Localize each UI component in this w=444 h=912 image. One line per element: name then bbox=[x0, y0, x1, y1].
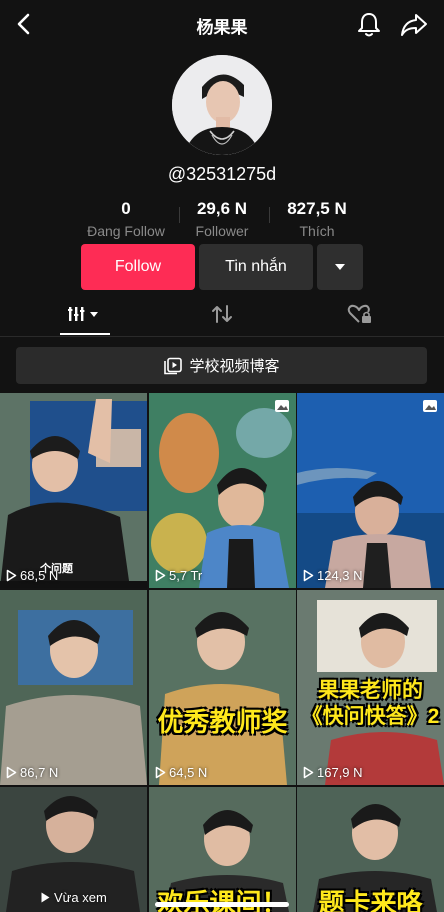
stat-label: Follower bbox=[195, 223, 249, 239]
stat-label: Thích bbox=[299, 223, 335, 239]
playlist-icon bbox=[164, 357, 183, 374]
active-tab-indicator bbox=[60, 333, 110, 335]
top-bar: 杨果果 bbox=[0, 0, 444, 48]
video-caption: 题卡来咯 bbox=[318, 888, 423, 912]
view-count: 167,9 N bbox=[303, 765, 363, 780]
stat-likes: 827,5 N Thích bbox=[262, 199, 372, 239]
avatar[interactable] bbox=[172, 55, 272, 155]
view-count-text: 5,7 Tr bbox=[169, 568, 203, 583]
video-thumbnail[interactable]: Vừa xem bbox=[0, 787, 147, 912]
follow-button[interactable]: Follow bbox=[81, 244, 195, 290]
view-count-text: 124,3 N bbox=[317, 568, 363, 583]
view-count-text: 64,5 N bbox=[169, 765, 208, 780]
stat-divider bbox=[269, 207, 270, 223]
thumbnail-image bbox=[0, 393, 147, 588]
video-thumbnail[interactable]: 86,7 N bbox=[0, 590, 147, 785]
profile-handle: @32531275d bbox=[167, 164, 277, 184]
repost-icon bbox=[212, 305, 232, 323]
recently-watched-text: Vừa xem bbox=[54, 890, 107, 905]
thumbnail-image bbox=[149, 590, 296, 785]
view-count: 68,5 N bbox=[6, 568, 58, 583]
view-count-text: 86,7 N bbox=[20, 765, 59, 780]
play-filled-icon bbox=[41, 892, 50, 903]
view-count-text: 167,9 N bbox=[317, 765, 363, 780]
home-indicator bbox=[155, 902, 289, 907]
stat-value: 0 bbox=[121, 199, 131, 218]
stat-value: 827,5 N bbox=[287, 199, 347, 218]
play-icon bbox=[303, 766, 314, 779]
video-caption: 优秀教师奖 bbox=[157, 707, 288, 737]
thumbnail-image bbox=[297, 393, 444, 588]
video-caption: 欢乐课间！ bbox=[157, 888, 288, 912]
play-icon bbox=[6, 569, 17, 582]
share-icon[interactable] bbox=[400, 12, 428, 38]
caret-down-icon bbox=[335, 264, 345, 270]
video-caption: 果果老师的《快问快答》2 bbox=[301, 679, 440, 728]
profile-tabs bbox=[0, 292, 444, 337]
tab-videos[interactable] bbox=[45, 292, 125, 336]
view-count-text: 68,5 N bbox=[20, 568, 59, 583]
playlist-label: 学校视频博客 bbox=[189, 358, 280, 375]
heart-lock-icon bbox=[347, 304, 371, 323]
video-thumbnail[interactable]: 果果老师的《快问快答》2 167,9 N bbox=[297, 590, 444, 785]
view-count: 124,3 N bbox=[303, 568, 363, 583]
play-icon bbox=[6, 766, 17, 779]
stat-following[interactable]: 0 Đang Follow bbox=[71, 199, 181, 239]
playlist-button[interactable]: 学校视频博客 bbox=[16, 347, 427, 384]
play-icon bbox=[155, 569, 166, 582]
tab-liked[interactable] bbox=[320, 292, 400, 336]
video-thumbnail[interactable]: 124,3 N bbox=[297, 393, 444, 588]
video-thumbnail[interactable]: 5,7 Tr bbox=[149, 393, 296, 588]
bell-icon[interactable] bbox=[356, 10, 382, 38]
view-count: 64,5 N bbox=[155, 765, 207, 780]
recently-watched: Vừa xem bbox=[40, 890, 107, 905]
video-thumbnail[interactable]: 题卡来咯 bbox=[297, 787, 444, 912]
video-thumbnail[interactable]: 优秀教师奖 64,5 N bbox=[149, 590, 296, 785]
profile-stats: 0 Đang Follow 29,6 N Follower 827,5 N Th… bbox=[0, 199, 444, 243]
thumbnail-image bbox=[149, 393, 296, 588]
more-button[interactable] bbox=[317, 244, 363, 290]
video-thumbnail[interactable]: 个问题 68,5 N bbox=[0, 393, 147, 588]
stat-followers[interactable]: 29,6 N Follower bbox=[167, 199, 277, 239]
stat-value: 29,6 N bbox=[196, 199, 248, 218]
tab-reposts[interactable] bbox=[182, 292, 262, 336]
play-icon bbox=[303, 569, 314, 582]
view-count: 86,7 N bbox=[6, 765, 58, 780]
photo-mode-icon bbox=[423, 400, 437, 412]
thumbnail-image bbox=[0, 590, 147, 785]
grid-bars-icon bbox=[68, 307, 98, 321]
view-count: 5,7 Tr bbox=[155, 568, 202, 583]
stat-divider bbox=[179, 207, 180, 223]
message-button[interactable]: Tin nhắn bbox=[199, 244, 313, 290]
photo-mode-icon bbox=[275, 400, 289, 412]
video-thumbnail[interactable]: 欢乐课间！ bbox=[149, 787, 296, 912]
play-icon bbox=[155, 766, 166, 779]
stat-label: Đang Follow bbox=[87, 223, 165, 239]
